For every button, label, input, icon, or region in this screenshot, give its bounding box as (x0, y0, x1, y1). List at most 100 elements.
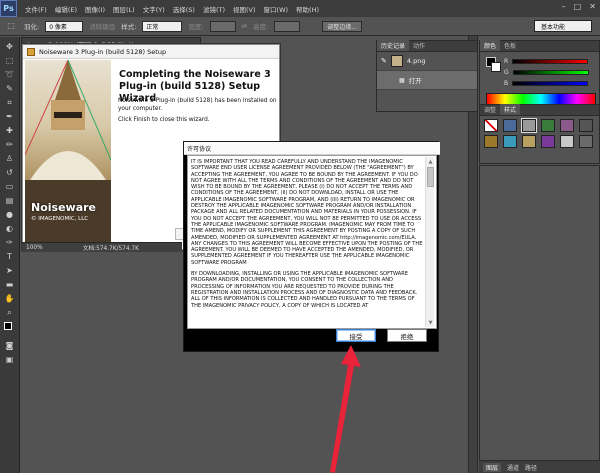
quick-select-icon[interactable]: ✎ (3, 83, 17, 94)
window-controls: – □ ✕ (562, 2, 596, 11)
tab-history[interactable]: 历史记录 (377, 40, 410, 51)
hand-tool-icon[interactable]: ✋ (3, 293, 17, 304)
red-channel-label: R (504, 57, 509, 65)
maximize-icon[interactable]: □ (574, 2, 582, 11)
menu-help[interactable]: 帮助(H) (292, 4, 323, 14)
foreground-color[interactable] (3, 322, 12, 330)
history-step-open[interactable]: ▦ 打开 (377, 71, 477, 90)
background-color-chip[interactable] (491, 62, 501, 72)
screen-mode-icon[interactable]: ▣ (3, 354, 17, 365)
path-select-icon[interactable]: ➤ (3, 265, 17, 276)
style-swatch[interactable] (541, 135, 555, 148)
style-swatch-grid (484, 118, 598, 148)
height-input[interactable] (274, 20, 301, 32)
tab-color[interactable]: 颜色 (480, 40, 501, 51)
swap-icon[interactable]: ⇄ (242, 22, 247, 30)
red-slider-row[interactable]: R (504, 56, 589, 66)
decline-button[interactable]: 拒绝 (387, 329, 427, 342)
tab-swatches[interactable]: 色板 (500, 40, 520, 51)
color-swatches[interactable] (3, 321, 17, 337)
menu-select[interactable]: 选择(S) (169, 4, 199, 14)
style-swatch[interactable] (484, 119, 498, 132)
blue-slider[interactable] (512, 80, 589, 86)
lasso-tool-icon[interactable]: ➰ (3, 69, 17, 80)
style-swatch[interactable] (560, 119, 574, 132)
zoom-level[interactable]: 100% (26, 245, 43, 251)
zoom-tool-icon[interactable]: ⌕ (3, 307, 17, 318)
license-text-panel[interactable]: IT IS IMPORTANT THAT YOU READ CAREFULLY … (187, 155, 437, 329)
close-icon[interactable]: ✕ (589, 2, 596, 11)
document-status-bar: 100% 文档:574.7K/574.7K (22, 242, 182, 252)
menu-type[interactable]: 文字(Y) (139, 4, 169, 14)
style-swatch[interactable] (521, 118, 537, 133)
document-size[interactable]: 文档:574.7K/574.7K (83, 243, 139, 252)
license-text: IT IS IMPORTANT THAT YOU READ CAREFULLY … (191, 159, 423, 325)
style-swatch[interactable] (560, 135, 574, 148)
noiseware-brand: Noiseware (31, 201, 97, 214)
scroll-thumb[interactable] (427, 167, 434, 187)
eyedropper-icon[interactable]: ✒ (3, 111, 17, 122)
menu-edit[interactable]: 编辑(E) (51, 4, 81, 14)
brush-tool-icon[interactable]: ✏ (3, 139, 17, 150)
photoshop-logo: Ps (0, 0, 17, 17)
scroll-up-icon[interactable]: ▲ (426, 157, 435, 166)
tab-channels[interactable]: 通道 (507, 463, 519, 472)
eraser-icon[interactable]: ▭ (3, 181, 17, 192)
refine-edge-button[interactable]: 调整边缘... (322, 20, 362, 32)
license-scrollbar[interactable]: ▲ ▼ (425, 157, 434, 327)
history-brush-icon[interactable]: ↺ (3, 167, 17, 178)
width-input[interactable] (209, 20, 236, 32)
scroll-down-icon[interactable]: ▼ (426, 318, 435, 327)
tab-layers[interactable]: 图层 (483, 462, 502, 472)
red-slider[interactable] (512, 58, 589, 64)
marquee-tool-icon[interactable]: ⬚ (4, 21, 18, 32)
type-tool-icon[interactable]: T (3, 251, 17, 262)
style-label: 样式: (121, 23, 137, 31)
feather-input[interactable]: 0 像素 (45, 20, 84, 32)
workspace-select[interactable]: 基本功能 (534, 20, 592, 32)
menu-filter[interactable]: 滤镜(T) (199, 4, 229, 14)
style-swatch[interactable] (579, 119, 593, 132)
green-slider-row[interactable]: G (504, 67, 589, 77)
blur-tool-icon[interactable]: ● (3, 209, 17, 220)
shape-tool-icon[interactable]: ▬ (3, 279, 17, 290)
toolbox: ✥ ⬚ ➰ ✎ ⌗ ✒ ✚ ✏ ♙ ↺ ▭ ▤ ● ◐ ✑ T ➤ ▬ ✋ ⌕ … (0, 37, 20, 473)
style-select[interactable]: 正常 (142, 20, 183, 32)
style-swatch[interactable] (484, 135, 498, 148)
blue-slider-row[interactable]: B (504, 78, 589, 88)
minimize-icon[interactable]: – (562, 2, 566, 11)
wizard-installed-text: Noiseware 3 Plug-in (build 5128) has bee… (118, 98, 277, 112)
gradient-tool-icon[interactable]: ▤ (3, 195, 17, 206)
move-tool-icon[interactable]: ✥ (3, 41, 17, 52)
style-swatch[interactable] (503, 135, 517, 148)
healing-brush-icon[interactable]: ✚ (3, 125, 17, 136)
antialias-checkbox[interactable]: 消除锯齿 (89, 21, 115, 31)
menu-file[interactable]: 文件(F) (21, 4, 51, 14)
styles-panel-tabs: 调整 样式 (480, 104, 599, 116)
menu-layer[interactable]: 图层(L) (109, 4, 139, 14)
color-panel: 颜色 色板 R G B (479, 40, 600, 113)
style-swatch[interactable] (522, 135, 536, 148)
history-snapshot[interactable]: ✎ 4.png (377, 52, 477, 71)
tab-styles[interactable]: 样式 (500, 104, 521, 115)
clone-stamp-icon[interactable]: ♙ (3, 153, 17, 164)
brush-source-icon[interactable]: ✎ (381, 57, 387, 65)
pen-tool-icon[interactable]: ✑ (3, 237, 17, 248)
tab-actions[interactable]: 动作 (409, 40, 429, 51)
style-swatch[interactable] (579, 135, 593, 148)
quick-mask-icon[interactable]: ◙ (3, 340, 17, 351)
menu-window[interactable]: 窗口(W) (260, 4, 293, 14)
accept-button[interactable]: 接受 (336, 329, 376, 342)
marquee-tool-icon[interactable]: ⬚ (3, 55, 17, 66)
style-swatch[interactable] (541, 119, 555, 132)
style-swatch[interactable] (503, 119, 517, 132)
green-slider[interactable] (512, 69, 589, 75)
menu-view[interactable]: 视图(V) (229, 4, 260, 14)
tab-paths[interactable]: 路径 (525, 463, 537, 472)
crop-tool-icon[interactable]: ⌗ (3, 97, 17, 108)
tab-adjustments[interactable]: 调整 (480, 104, 500, 115)
dodge-tool-icon[interactable]: ◐ (3, 223, 17, 234)
menu-image[interactable]: 图像(I) (81, 4, 109, 14)
history-step-icon: ▦ (399, 76, 405, 84)
history-panel: 历史记录 动作 ✎ 4.png ▦ 打开 (376, 40, 478, 112)
